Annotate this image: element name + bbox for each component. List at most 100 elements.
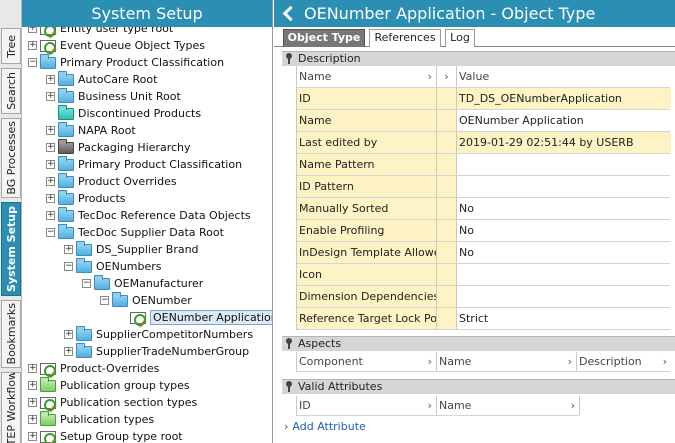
property-value[interactable]: OENumber Application bbox=[457, 110, 671, 131]
folder-icon bbox=[58, 206, 74, 222]
tree-node-label: Publication section types bbox=[60, 396, 198, 409]
tree-node[interactable]: + Products bbox=[46, 189, 126, 207]
tab-object-type[interactable]: Object Type bbox=[283, 29, 365, 47]
tab-references[interactable]: References bbox=[369, 29, 441, 47]
tree-node[interactable]: + DS_Supplier Brand bbox=[64, 240, 199, 258]
collapse-icon[interactable]: − bbox=[28, 58, 37, 67]
expand-icon[interactable]: + bbox=[46, 177, 55, 186]
column-header-name[interactable]: Name › bbox=[437, 396, 580, 415]
property-value[interactable]: Strict bbox=[457, 308, 671, 329]
expand-icon[interactable]: + bbox=[28, 364, 37, 373]
row-marker bbox=[437, 242, 457, 263]
expand-icon[interactable]: + bbox=[46, 92, 55, 101]
property-value[interactable] bbox=[457, 176, 671, 197]
collapse-icon[interactable]: − bbox=[64, 262, 73, 271]
pin-icon[interactable] bbox=[285, 338, 293, 350]
tree-node[interactable]: + Publication group types bbox=[28, 376, 190, 394]
expand-icon[interactable]: + bbox=[46, 194, 55, 203]
tab-system-setup[interactable]: System Setup bbox=[1, 202, 21, 296]
column-header-name[interactable]: Name › bbox=[297, 66, 437, 87]
tree-node[interactable]: − OEManufacturer bbox=[82, 274, 204, 292]
add-attribute-link[interactable]: › Add Attribute bbox=[284, 420, 366, 433]
tree-node[interactable]: Discontinued Products bbox=[46, 104, 201, 122]
expand-icon[interactable]: + bbox=[46, 211, 55, 220]
property-value[interactable] bbox=[457, 154, 671, 175]
column-header-description[interactable]: Description › bbox=[577, 352, 671, 371]
expand-icon[interactable]: + bbox=[28, 432, 37, 441]
collapse-icon[interactable]: − bbox=[100, 296, 109, 305]
tree-node-label: OEManufacturer bbox=[114, 277, 204, 290]
tab-search[interactable]: Search bbox=[1, 68, 21, 114]
property-value[interactable] bbox=[457, 264, 671, 285]
pin-icon[interactable] bbox=[285, 381, 293, 393]
property-name: Name Pattern bbox=[297, 154, 437, 175]
object-type-icon bbox=[40, 362, 56, 377]
expand-icon[interactable]: + bbox=[28, 398, 37, 407]
tab-bg-processes[interactable]: BG Processes bbox=[1, 118, 21, 198]
column-header-component[interactable]: Component › bbox=[297, 352, 437, 371]
column-header-value[interactable]: Value bbox=[457, 66, 671, 87]
tree-node-label: OENumber Application bbox=[150, 310, 272, 325]
expand-icon[interactable]: + bbox=[64, 347, 73, 356]
property-value[interactable] bbox=[457, 286, 671, 307]
folder-icon bbox=[76, 342, 92, 358]
description-section-header[interactable]: Description bbox=[282, 51, 675, 66]
tree-node-label: AutoCare Root bbox=[78, 73, 158, 86]
property-value[interactable]: No bbox=[457, 198, 671, 219]
collapse-icon[interactable]: − bbox=[46, 228, 55, 237]
tree-node[interactable]: OENumber Application bbox=[118, 309, 272, 326]
tree-node[interactable]: + Business Unit Root bbox=[46, 87, 181, 105]
tree-node[interactable]: + Product Overrides bbox=[46, 172, 177, 190]
row-marker bbox=[437, 88, 457, 109]
tree-node[interactable]: + Setup Group type root bbox=[28, 428, 183, 443]
expand-icon[interactable]: + bbox=[64, 245, 73, 254]
tree-node[interactable]: + AutoCare Root bbox=[46, 70, 158, 88]
tab-tree[interactable]: Tree bbox=[1, 28, 21, 64]
expand-icon[interactable]: + bbox=[46, 126, 55, 135]
pin-icon[interactable] bbox=[285, 53, 293, 65]
tree-node[interactable]: + Entity user type root bbox=[28, 27, 173, 37]
tree-node[interactable]: − TecDoc Supplier Data Root bbox=[46, 223, 224, 241]
expand-icon[interactable]: + bbox=[28, 381, 37, 390]
tab-step-workflow[interactable]: STEP Workflow bbox=[1, 372, 21, 443]
tree-node[interactable]: − OENumbers bbox=[64, 257, 162, 275]
property-value[interactable]: No bbox=[457, 242, 671, 263]
expand-icon[interactable]: + bbox=[64, 330, 73, 339]
expand-icon[interactable]: + bbox=[28, 415, 37, 424]
row-marker bbox=[437, 220, 457, 241]
column-header-name[interactable]: Name › bbox=[437, 352, 577, 371]
valid-attributes-section-header[interactable]: Valid Attributes bbox=[282, 379, 675, 394]
tree-node[interactable]: + TecDoc Reference Data Objects bbox=[46, 206, 251, 224]
tab-log[interactable]: Log bbox=[445, 29, 475, 47]
tree-node[interactable]: − Primary Product Classification bbox=[28, 53, 224, 71]
aspects-section-header[interactable]: Aspects bbox=[282, 336, 675, 351]
tree-node[interactable]: + Packaging Hierarchy bbox=[46, 138, 191, 156]
editor-title: OENumber Application - Object Type bbox=[304, 4, 596, 23]
tree-node[interactable]: + Publication types bbox=[28, 410, 154, 428]
expand-icon[interactable]: + bbox=[28, 41, 37, 50]
tree-node[interactable]: + SupplierTradeNumberGroup bbox=[64, 342, 249, 360]
tab-bookmarks[interactable]: Bookmarks bbox=[1, 300, 21, 368]
expand-icon[interactable]: + bbox=[28, 27, 37, 33]
collapse-icon[interactable]: − bbox=[82, 279, 91, 288]
tree-node[interactable]: + Publication section types bbox=[28, 394, 197, 411]
table-row: Name OENumber Application bbox=[297, 110, 670, 132]
tree-node[interactable]: + Event Queue Object Types bbox=[28, 37, 205, 54]
property-value[interactable]: TD_DS_OENumberApplication bbox=[457, 88, 671, 109]
property-value[interactable]: 2019-01-29 02:51:44 by USERB bbox=[457, 132, 671, 153]
tree-node[interactable]: + SupplierCompetitorNumbers bbox=[64, 325, 253, 343]
tree-node[interactable]: − OENumber bbox=[100, 291, 192, 309]
folder-icon bbox=[58, 104, 74, 120]
valid-attributes-grid: ID › Name › bbox=[296, 396, 580, 416]
expand-icon[interactable]: + bbox=[46, 160, 55, 169]
tree-node[interactable]: + NAPA Root bbox=[46, 121, 136, 139]
tree-node[interactable]: + Primary Product Classification bbox=[46, 155, 242, 173]
expand-icon[interactable]: + bbox=[46, 75, 55, 84]
property-value[interactable]: No bbox=[457, 220, 671, 241]
tree-node[interactable]: + Product-Overrides bbox=[28, 360, 159, 377]
column-header-id[interactable]: ID › bbox=[297, 396, 437, 415]
back-arrow-icon[interactable] bbox=[282, 6, 296, 20]
expand-icon[interactable]: + bbox=[46, 143, 55, 152]
